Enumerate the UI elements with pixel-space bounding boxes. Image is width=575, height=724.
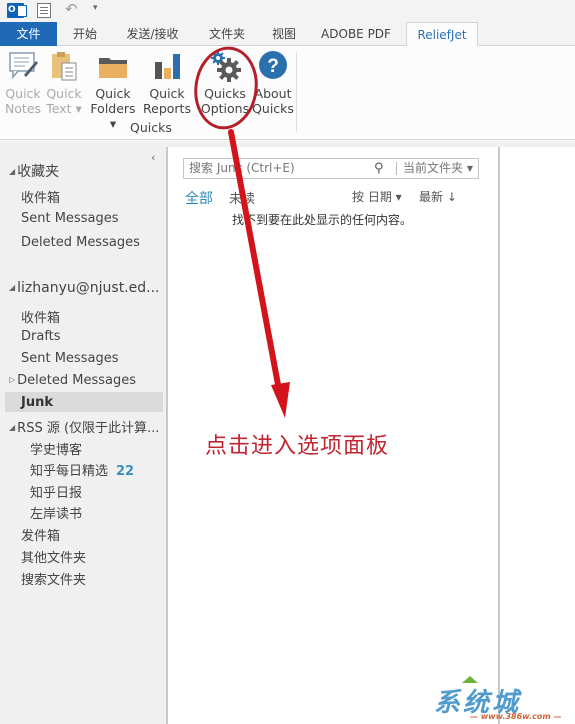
outlook-icon[interactable]: O	[7, 3, 27, 18]
quick-reports-icon	[151, 50, 183, 82]
tab-reliefjet[interactable]: ReliefJet	[406, 22, 478, 47]
account-header[interactable]: ◢ lizhanyu@njust.ed...	[9, 280, 160, 296]
folder-other[interactable]: 其他文件夹	[21, 547, 86, 566]
chevron-down-icon[interactable]: ▼	[467, 159, 473, 178]
customize-qat-icon[interactable]: ▾	[93, 3, 98, 13]
search-icon[interactable]: ⚲	[374, 159, 384, 178]
collapse-pane-icon[interactable]: ‹	[151, 151, 155, 164]
folder-sent[interactable]: Sent Messages	[21, 351, 118, 366]
empty-list-message: 找不到要在此处显示的任何内容。	[232, 213, 413, 227]
search-separator	[396, 162, 397, 175]
filter-unread[interactable]: 未读	[229, 188, 255, 207]
about-quicks-label-2: Quicks	[252, 101, 294, 116]
search-placeholder: 搜索 Junk (Ctrl+E)	[189, 161, 295, 175]
quick-access-toolbar: O ↶ ▾	[0, 0, 575, 22]
quick-notes-button[interactable]: Quick Notes	[4, 50, 42, 116]
expanded-triangle-icon: ◢	[9, 167, 16, 176]
quick-reports-label-2: Reports	[143, 101, 191, 116]
favorite-inbox[interactable]: 收件箱	[21, 187, 60, 206]
help-icon: ?	[257, 50, 289, 82]
quick-notes-label-2: Notes	[4, 101, 42, 116]
expanded-triangle-icon: ◢	[9, 423, 16, 432]
svg-text:?: ?	[267, 56, 279, 77]
quick-reports-label-1: Quick	[149, 86, 185, 101]
rss-feed[interactable]: 左岸读书	[30, 503, 82, 522]
unread-count: 22	[116, 464, 135, 479]
tab-folder[interactable]: 文件夹	[198, 22, 256, 46]
quick-folders-label-2: Folders ▾	[90, 101, 136, 131]
rss-feed[interactable]: 学史博客	[30, 439, 82, 458]
folder-pane: ‹ ◢ 收藏夹 收件箱 Sent Messages Deleted Message…	[0, 147, 168, 724]
quicks-options-button[interactable]: Quicks Options	[200, 50, 250, 116]
quicks-options-label-1: Quicks	[204, 86, 246, 101]
folder-deleted-label: Deleted Messages	[17, 373, 137, 388]
ribbon: Quick Notes Quick Text ▾ Quick Folders ▾…	[0, 46, 575, 140]
collapsed-triangle-icon[interactable]: ▷	[9, 375, 15, 384]
rss-feed[interactable]: 知乎每日精选 22	[30, 460, 134, 479]
folder-drafts[interactable]: Drafts	[21, 329, 61, 344]
quick-notes-label-1: Quick	[5, 86, 41, 101]
watermark: 系统城 — www.386w.com —	[420, 676, 575, 724]
tab-adobe-pdf[interactable]: ADOBE PDF	[312, 22, 400, 46]
rss-feed[interactable]: 知乎日报	[30, 482, 82, 501]
quicks-options-label-2: Options	[200, 101, 250, 116]
quick-reports-button[interactable]: Quick Reports	[142, 50, 192, 116]
account-label: lizhanyu@njust.ed...	[17, 280, 160, 296]
sort-order-toggle[interactable]: 最新 ↓	[419, 188, 457, 205]
sort-by-dropdown[interactable]: 按 日期 ▾	[352, 188, 402, 205]
reading-pane	[498, 147, 575, 724]
favorites-header[interactable]: ◢ 收藏夹	[9, 161, 59, 181]
search-input[interactable]: 搜索 Junk (Ctrl+E) ⚲ 当前文件夹 ▼	[183, 158, 479, 179]
quick-text-button[interactable]: Quick Text ▾	[45, 50, 83, 116]
quick-folders-button[interactable]: Quick Folders ▾	[86, 50, 140, 131]
gears-icon	[209, 50, 241, 82]
ribbon-tabs: 文件 开始 发送/接收 文件夹 视图 ADOBE PDF ReliefJet	[0, 22, 575, 47]
filter-all[interactable]: 全部	[185, 188, 213, 208]
tab-file[interactable]: 文件	[0, 22, 57, 46]
send-receive-all-icon[interactable]	[37, 3, 51, 18]
tab-send-receive[interactable]: 发送/接收	[115, 22, 190, 46]
folder-search[interactable]: 搜索文件夹	[21, 569, 86, 588]
favorite-deleted[interactable]: Deleted Messages	[21, 235, 140, 250]
undo-icon[interactable]: ↶	[65, 0, 78, 18]
ribbon-group-separator	[296, 52, 297, 132]
rss-feed-label: 知乎每日精选	[30, 464, 109, 479]
search-scope[interactable]: 当前文件夹	[403, 159, 463, 178]
about-quicks-label-1: About	[254, 86, 292, 101]
folder-rss[interactable]: ◢ RSS 源 (仅限于此计算...	[9, 417, 159, 436]
tab-view[interactable]: 视图	[262, 22, 306, 46]
folder-inbox[interactable]: 收件箱	[21, 307, 60, 326]
folder-junk[interactable]: Junk	[21, 395, 53, 410]
watermark-url: — www.386w.com —	[470, 712, 562, 721]
tab-home[interactable]: 开始	[62, 22, 108, 46]
about-quicks-button[interactable]: ? About Quicks	[252, 50, 294, 116]
favorites-label: 收藏夹	[17, 164, 60, 180]
quick-folders-icon	[97, 50, 129, 82]
quick-text-icon	[48, 50, 80, 82]
quick-notes-icon	[7, 50, 39, 82]
expanded-triangle-icon: ◢	[9, 283, 16, 292]
folder-outbox[interactable]: 发件箱	[21, 525, 60, 544]
ribbon-group-label: Quicks	[130, 120, 172, 135]
quick-text-label-2: Text ▾	[46, 101, 82, 116]
quick-folders-label-1: Quick	[95, 86, 131, 101]
message-list: 搜索 Junk (Ctrl+E) ⚲ 当前文件夹 ▼ 全部 未读 按 日期 ▾ …	[170, 147, 498, 724]
favorite-sent[interactable]: Sent Messages	[21, 211, 118, 226]
folder-rss-label: RSS 源 (仅限于此计算...	[17, 421, 160, 436]
quick-text-label-1: Quick	[46, 86, 82, 101]
folder-deleted[interactable]: ▷ Deleted Messages	[9, 373, 136, 388]
